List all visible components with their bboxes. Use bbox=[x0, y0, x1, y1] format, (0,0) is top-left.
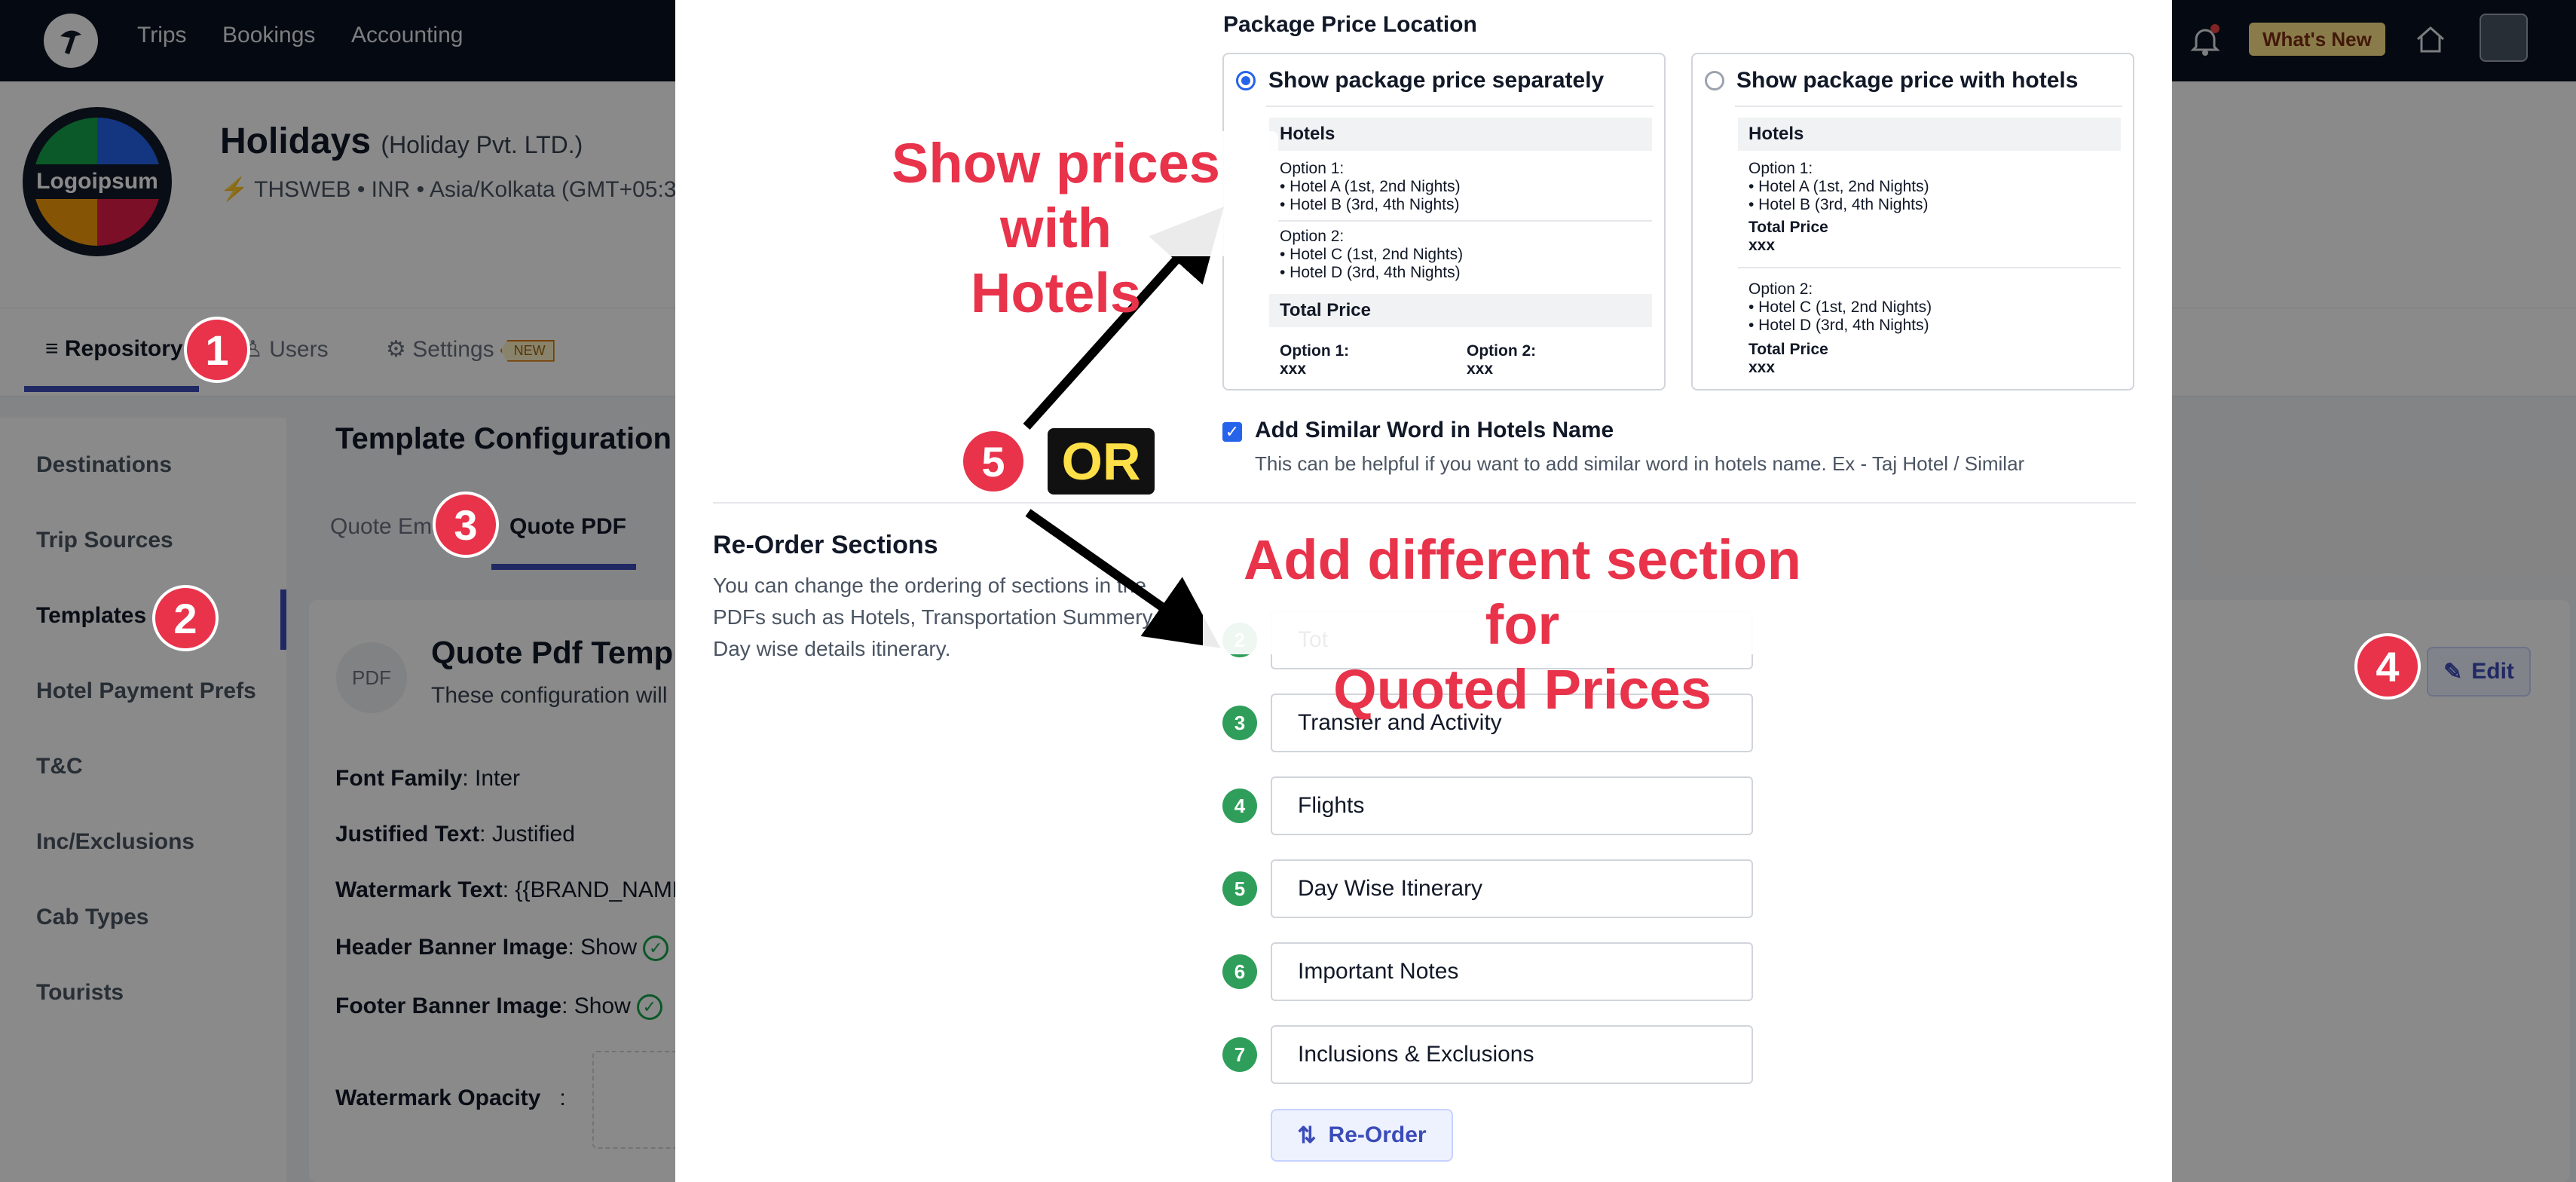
or-label: OR bbox=[1048, 428, 1155, 495]
callout-show-prices: Show prices with Hotels bbox=[834, 131, 1278, 324]
step-badge-2: 2 bbox=[152, 585, 219, 651]
step-badge-1: 1 bbox=[184, 317, 250, 383]
arrow-to-sections bbox=[1025, 509, 1221, 648]
step-badge-5: 5 bbox=[960, 428, 1026, 495]
callout-add-section: Add different section for Quoted Prices bbox=[1203, 528, 1842, 721]
step-badge-4: 4 bbox=[2354, 633, 2421, 700]
step-badge-3: 3 bbox=[433, 491, 499, 558]
